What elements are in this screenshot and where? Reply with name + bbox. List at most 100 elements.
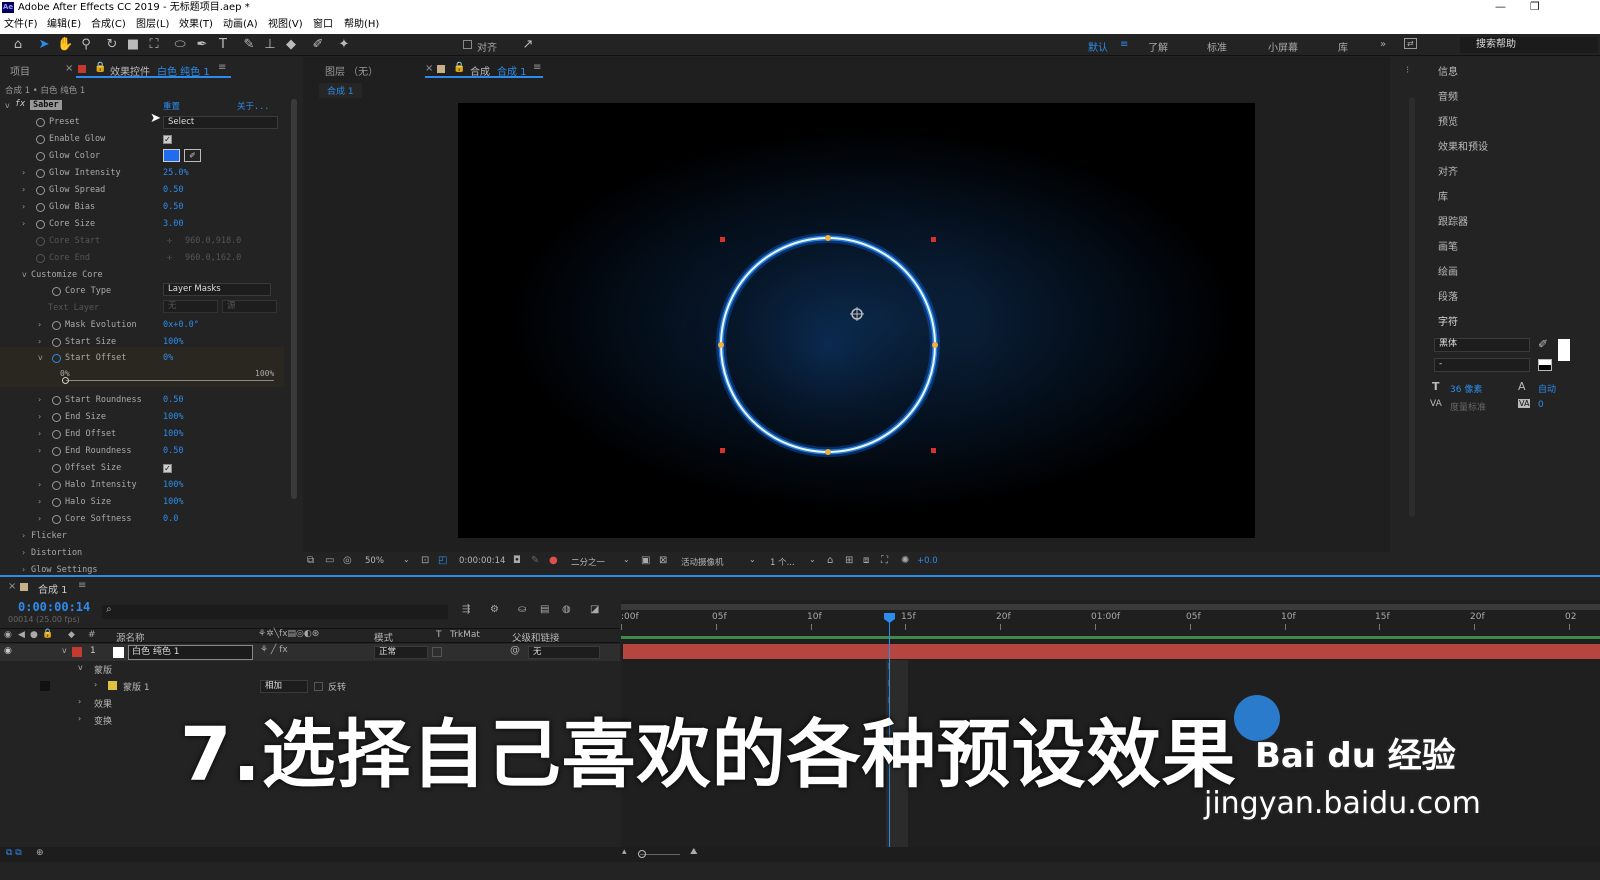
panel-align[interactable]: 对齐 <box>1438 163 1458 178</box>
prop-value[interactable]: 0.50 <box>163 446 183 456</box>
type-tool-icon[interactable]: T <box>215 37 231 53</box>
col-parent[interactable]: 父级和链接 <box>512 630 560 644</box>
layer-duration-bar[interactable] <box>623 644 1600 659</box>
prop-value[interactable]: 100% <box>163 412 183 422</box>
layer-row[interactable]: ◉ v 1 白色 纯色 1 ⚘ ╱ fx 正常 @ 无 <box>0 644 620 661</box>
panel-paint[interactable]: 绘画 <box>1438 263 1458 278</box>
eyedropper-icon[interactable]: ✐ <box>184 149 201 162</box>
panel-brushes[interactable]: 画笔 <box>1438 238 1458 253</box>
panel-library[interactable]: 库 <box>1438 188 1448 203</box>
minimize-icon[interactable]: — <box>1495 0 1506 13</box>
prop-value[interactable]: 25.0% <box>163 168 189 178</box>
stopwatch-icon[interactable] <box>52 430 61 439</box>
mask-name[interactable]: 蒙版 1 <box>123 680 150 693</box>
group-customize-core[interactable]: Customize Core <box>31 270 103 280</box>
transparency-grid-icon[interactable]: ◰ <box>438 555 447 566</box>
roto-brush-tool-icon[interactable]: ✐ <box>310 37 326 53</box>
menu-help[interactable]: 帮助(H) <box>344 19 379 31</box>
blend-mode-dropdown[interactable]: 正常 <box>374 646 428 659</box>
expand-chevron-icon[interactable]: › <box>22 565 25 574</box>
panel-paragraph[interactable]: 段落 <box>1438 288 1458 303</box>
exposure-value[interactable]: +0.0 <box>917 556 938 566</box>
close-tab-icon[interactable]: × <box>8 581 16 592</box>
always-preview-icon[interactable]: ⧉ <box>307 555 314 566</box>
solo-icon[interactable]: ● <box>30 630 38 640</box>
pen-tool-icon[interactable]: ✒ <box>194 37 210 53</box>
expand-chevron-icon[interactable]: › <box>38 480 41 489</box>
frame-blending-icon[interactable]: ▤ <box>540 604 549 615</box>
collapse-chevron-icon[interactable]: v <box>78 663 83 672</box>
expand-chevron-icon[interactable]: › <box>38 395 41 404</box>
eye-icon[interactable]: ◉ <box>4 630 12 640</box>
prop-value[interactable]: 100% <box>163 480 183 490</box>
about-link[interactable]: 关于... <box>237 100 269 112</box>
font-style-dropdown[interactable]: - <box>1434 358 1530 372</box>
prop-value[interactable]: 0.50 <box>163 185 183 195</box>
group-distortion[interactable]: Distortion <box>31 548 82 558</box>
visibility-eye-icon[interactable]: ◉ <box>4 646 12 656</box>
monitor-icon[interactable]: ▭ <box>325 555 334 566</box>
start-offset-slider-handle[interactable] <box>62 377 69 384</box>
stopwatch-icon[interactable] <box>52 338 61 347</box>
prop-value[interactable]: 3.00 <box>163 219 183 229</box>
reset-exposure-icon[interactable]: ✺ <box>901 555 909 566</box>
stopwatch-icon[interactable] <box>36 169 45 178</box>
workspace-learn[interactable]: 了解 <box>1148 39 1168 54</box>
lock-icon[interactable]: 🔒 <box>42 629 53 639</box>
expand-chevron-icon[interactable]: › <box>38 429 41 438</box>
comp-canvas[interactable] <box>458 103 1255 538</box>
expand-chevron-icon[interactable]: › <box>22 548 25 557</box>
frame-render-icon[interactable]: ⊕ <box>36 848 44 858</box>
selection-tool-icon[interactable]: ➤ <box>36 37 52 53</box>
zoom-slider-track[interactable] <box>640 854 680 855</box>
stopwatch-icon[interactable] <box>52 354 61 363</box>
pick-whip-icon[interactable]: @ <box>510 645 520 656</box>
expand-chevron-icon[interactable]: › <box>78 714 81 723</box>
offset-size-checkbox[interactable]: ✓ <box>163 464 172 473</box>
menu-effect[interactable]: 效果(T) <box>179 19 213 31</box>
tab-project[interactable]: 项目 <box>10 63 30 78</box>
group-flicker[interactable]: Flicker <box>31 531 67 541</box>
time-ruler[interactable]: :00f 05f 10f 15f 20f 01:00f 05f 10f 15f 20f 02 <box>621 610 1600 630</box>
zoom-dropdown[interactable]: 50% <box>365 556 384 566</box>
snapshot-icon[interactable]: ◘ <box>513 555 521 566</box>
panel-menu-icon[interactable]: ≡ <box>78 580 86 591</box>
sync-settings-icon[interactable]: ⇄ <box>1404 38 1417 49</box>
restore-icon[interactable]: ❐ <box>1530 0 1540 13</box>
label-icon[interactable]: ◆ <box>68 630 75 640</box>
prop-value[interactable]: 0.50 <box>163 202 183 212</box>
align-checkbox[interactable] <box>463 40 472 49</box>
expand-chevron-icon[interactable]: › <box>38 320 41 329</box>
hand-tool-icon[interactable]: ✋ <box>57 37 73 53</box>
eraser-tool-icon[interactable]: ◆ <box>283 37 299 53</box>
prop-value[interactable]: 0.0 <box>163 514 178 524</box>
menu-file[interactable]: 文件(F) <box>4 19 38 31</box>
views-dropdown[interactable]: 1 个... <box>770 556 795 568</box>
stopwatch-icon[interactable] <box>36 220 45 229</box>
close-tab-icon[interactable]: × <box>65 63 73 74</box>
stopwatch-icon[interactable] <box>36 203 45 212</box>
panel-preview[interactable]: 预览 <box>1438 113 1458 128</box>
fill-color-swatch[interactable] <box>1558 339 1570 361</box>
eyedropper-icon[interactable]: ✐ <box>1538 337 1548 351</box>
tab-layer[interactable]: 图层 （无） <box>325 63 378 78</box>
stopwatch-icon[interactable] <box>52 515 61 524</box>
collapse-chevron-icon[interactable]: v <box>5 101 10 110</box>
start-offset-slider-track[interactable] <box>66 380 274 381</box>
lock-icon[interactable]: 🔒 <box>94 62 106 73</box>
comp-sub-tab[interactable]: 合成 1 <box>319 83 362 98</box>
puppet-tool-icon[interactable]: ✦ <box>336 37 352 53</box>
collapse-chevron-icon[interactable]: v <box>62 646 67 655</box>
font-family-dropdown[interactable]: 黑体 <box>1434 338 1530 352</box>
trkmat-toggle[interactable] <box>432 647 442 657</box>
core-type-dropdown[interactable]: Layer Masks <box>163 283 271 296</box>
panel-audio[interactable]: 音频 <box>1438 88 1458 103</box>
prop-value[interactable]: 0x+0.0° <box>163 320 199 330</box>
workspace-standard[interactable]: 标准 <box>1207 39 1227 54</box>
stopwatch-icon[interactable] <box>36 186 45 195</box>
panel-tracker[interactable]: 跟踪器 <box>1438 213 1468 228</box>
show-snapshot-icon[interactable]: ✎ <box>531 555 539 566</box>
stopwatch-icon[interactable] <box>52 464 61 473</box>
kerning-value[interactable]: 度量标准 <box>1450 400 1486 413</box>
workspace-small-screen[interactable]: 小屏幕 <box>1268 39 1298 54</box>
